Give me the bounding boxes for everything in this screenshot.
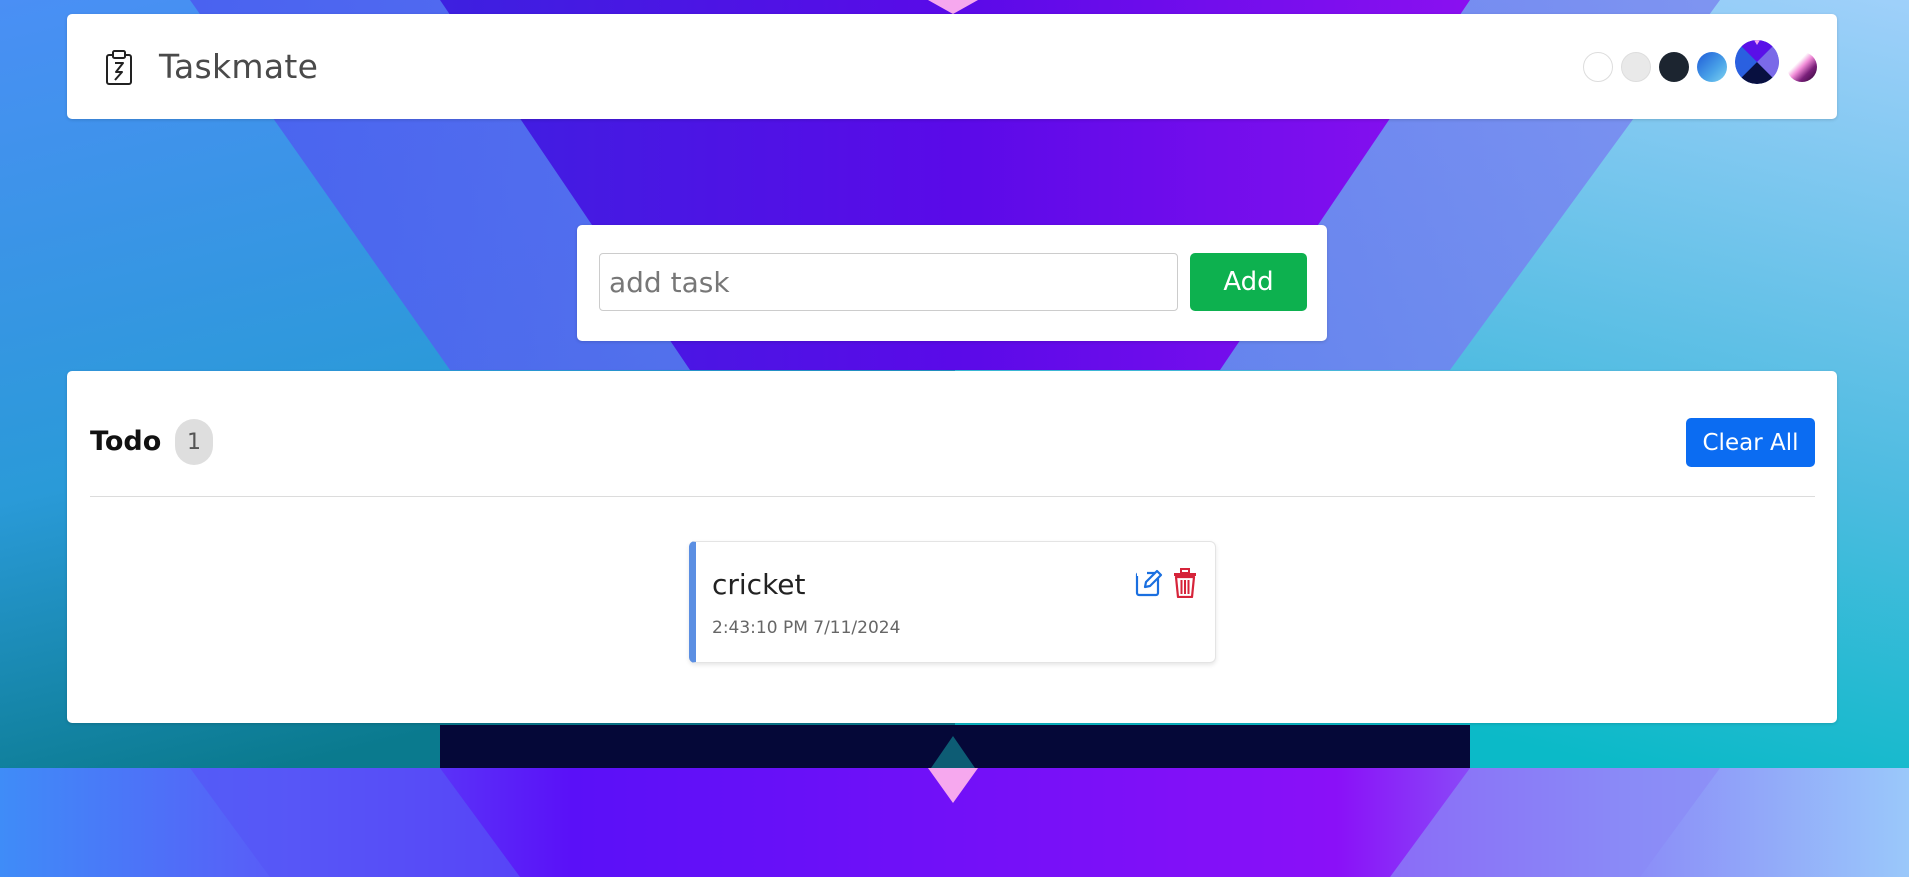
brand[interactable]: Taskmate — [103, 14, 318, 119]
todo-panel: Todo 1 Clear All cricket 2:43:10 PM 7/11… — [67, 371, 1837, 723]
theme-blue-button[interactable] — [1697, 51, 1727, 82]
theme-pink-button[interactable] — [1787, 51, 1817, 82]
todo-header: Todo 1 Clear All — [90, 417, 1815, 467]
add-task-form: Add — [577, 225, 1327, 341]
task-card: cricket 2:43:10 PM 7/11/2024 — [689, 541, 1216, 663]
task-name: cricket — [712, 568, 806, 601]
task-input[interactable] — [599, 253, 1178, 311]
divider — [90, 496, 1815, 497]
delete-icon[interactable] — [1171, 568, 1199, 599]
edit-icon[interactable] — [1135, 568, 1163, 598]
brand-name: Taskmate — [159, 47, 319, 86]
task-timestamp: 2:43:10 PM 7/11/2024 — [712, 618, 901, 638]
theme-dark-button[interactable] — [1659, 51, 1689, 82]
theme-gray-button[interactable] — [1621, 51, 1651, 82]
theme-light-button[interactable] — [1583, 51, 1613, 82]
theme-switcher — [1575, 14, 1817, 119]
task-actions — [1127, 568, 1199, 599]
theme-violet-button[interactable] — [1735, 39, 1779, 84]
todo-count-badge: 1 — [175, 419, 213, 465]
clear-all-button[interactable]: Clear All — [1686, 418, 1815, 467]
add-button[interactable]: Add — [1190, 253, 1307, 311]
todo-title: Todo — [90, 426, 162, 457]
navbar: Taskmate — [67, 14, 1837, 119]
clipboard-icon — [103, 48, 135, 86]
